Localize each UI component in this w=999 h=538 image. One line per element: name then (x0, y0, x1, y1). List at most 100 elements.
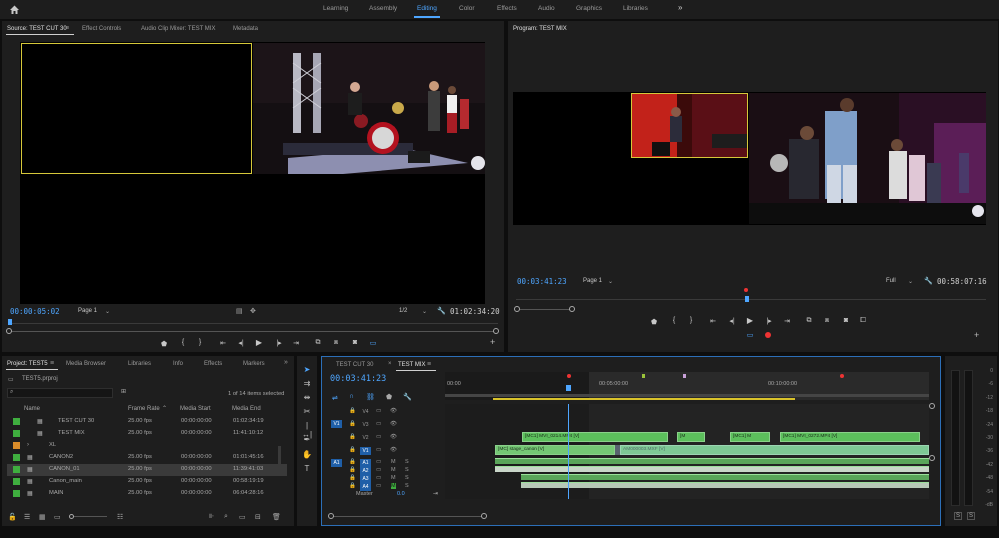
project-scrollbar[interactable] (278, 446, 281, 476)
sequence-marker-2[interactable] (683, 374, 686, 378)
sync-lock-icon[interactable]: ▭ (376, 447, 381, 453)
track-target-a1[interactable]: A1 (360, 459, 371, 467)
label-color-swatch[interactable] (13, 418, 20, 425)
program-multicam-toggle-icon[interactable]: ▭ (745, 331, 755, 339)
track-target-v1[interactable]: V1 (360, 447, 371, 455)
multicam-toggle-icon[interactable]: ▭ (368, 339, 378, 347)
source-multicam-angle-1[interactable] (21, 43, 252, 174)
sync-lock-icon[interactable]: ▭ (376, 459, 381, 465)
program-video-frame[interactable] (513, 92, 986, 225)
clip-v2-mvi-0272[interactable]: [MC1] MVI_0272.MP4 [V] (780, 432, 920, 442)
timeline-zoom-start-handle[interactable] (328, 513, 334, 519)
razor-icon[interactable]: ✂ (301, 407, 313, 419)
source-video-frame[interactable] (20, 42, 485, 304)
source-zoom-start-handle[interactable] (6, 328, 12, 334)
source-page-chevron-icon[interactable]: ⌄ (105, 308, 110, 315)
program-go-to-in-icon[interactable]: ⇤ (708, 317, 718, 325)
solo-right-button[interactable]: S (967, 512, 976, 520)
program-page-select[interactable]: Page 1 (583, 278, 602, 284)
sync-lock-icon[interactable]: ▭ (376, 408, 381, 414)
audio-clip-a2[interactable] (495, 466, 929, 472)
clip-v2-mvi-0214[interactable]: [MC1] MVI_0214.MP4 [V] (522, 432, 668, 442)
program-page-chevron-icon[interactable]: ⌄ (608, 278, 613, 285)
lock-track-icon[interactable]: 🔒 (349, 447, 356, 453)
sequence-marker-1[interactable] (642, 374, 645, 378)
program-resolution-chevron-icon[interactable]: ⌄ (908, 278, 913, 285)
source-page-select[interactable]: Page 1 (78, 308, 97, 314)
program-camera-icon[interactable]: ◙ (841, 317, 851, 324)
project-more-tabs-icon[interactable]: » (284, 359, 288, 366)
snap-icon[interactable]: ∩ (349, 393, 354, 400)
solo-button[interactable]: S (405, 483, 409, 489)
tab-project[interactable]: Project: TEST5 (7, 361, 48, 367)
go-to-in-icon[interactable]: ⇤ (218, 339, 228, 347)
program-play-icon[interactable]: ▶ (745, 316, 755, 325)
track-target-a3[interactable]: A3 (360, 475, 371, 483)
sort-up-icon[interactable]: ⌃ (162, 405, 167, 412)
label-color-swatch[interactable] (13, 442, 20, 449)
program-go-to-out-icon[interactable]: ⇥ (782, 317, 792, 325)
eye-icon[interactable]: 👁 (390, 434, 397, 440)
mark-out-icon[interactable]: } (195, 339, 205, 346)
project-list-item[interactable]: ▦ CANON_01 25.00 fps 00:00:00:00 11:39:41:03 (7, 464, 287, 476)
program-multicam-angle-2[interactable] (749, 93, 986, 224)
workspace-tab-editing[interactable]: Editing (417, 5, 437, 12)
eye-icon[interactable]: 👁 (390, 447, 397, 453)
zoom-scroll-right-top[interactable] (929, 403, 935, 409)
column-header-media-end[interactable]: Media End (232, 406, 261, 412)
project-list-item[interactable]: ▦ TEST MIX 25.00 fps 00:00:00:00 11:41:10:12 (7, 428, 287, 440)
program-add-button-icon[interactable]: + (974, 330, 979, 340)
source-multicam-angle-2[interactable] (253, 43, 485, 174)
camera-icon[interactable]: ◙ (350, 339, 360, 346)
mute-button[interactable]: M (391, 483, 396, 489)
project-list-item[interactable]: ▦ MAIN 25.00 fps 00:00:00:00 06:04:28:16 (7, 488, 287, 500)
tab-sequence-test-mix[interactable]: TEST MIX (398, 362, 426, 368)
source-resolution-select[interactable]: 1/2 (399, 308, 407, 314)
linked-selection-icon[interactable]: ⛓ (366, 393, 375, 401)
new-bin-from-search-icon[interactable]: ⊞ (121, 388, 126, 395)
work-area-bar[interactable] (445, 394, 929, 397)
track-target-v4[interactable]: V4 (360, 408, 371, 416)
program-playhead[interactable] (745, 296, 749, 302)
timeline-zoom-bar[interactable] (330, 516, 485, 517)
workspace-tab-libraries[interactable]: Libraries (623, 5, 648, 12)
source-zoom-bar[interactable] (8, 331, 498, 332)
sync-lock-icon[interactable]: ▭ (376, 421, 381, 427)
panel-menu-icon[interactable]: ≡ (65, 25, 69, 32)
track-target-a2[interactable]: A2 (360, 467, 371, 475)
sequence-marker-3[interactable] (840, 374, 844, 378)
lock-track-icon[interactable]: 🔒 (349, 408, 356, 414)
tab-effect-controls[interactable]: Effect Controls (82, 26, 121, 32)
selection-tool-icon[interactable]: ➤ (301, 365, 313, 377)
hand-icon[interactable]: ✋ (301, 450, 313, 462)
source-settings-icon[interactable]: ▤ (236, 307, 243, 315)
tracks-area[interactable]: [MC1] MVI_0214.MP4 [V] [M [MC1] M [MC1] … (445, 404, 929, 499)
add-marker-timeline-icon[interactable]: ⬟ (386, 393, 392, 401)
record-icon[interactable] (765, 332, 771, 338)
project-list-item[interactable]: › XL (7, 440, 287, 452)
nest-toggle-icon[interactable]: ⇌ (332, 394, 338, 402)
timeline-zoom-end-handle[interactable] (481, 513, 487, 519)
program-mark-out-icon[interactable]: } (686, 317, 696, 324)
label-color-swatch[interactable] (13, 454, 20, 461)
pen-icon[interactable]: ✒ (301, 435, 313, 447)
icon-view-icon[interactable]: ▦ (39, 513, 46, 521)
lock-track-icon[interactable]: 🔒 (349, 421, 356, 427)
program-zoom-bar[interactable] (516, 309, 574, 310)
tab-sequence-test-cut-30[interactable]: TEST CUT 30 (336, 362, 373, 368)
sort-icons-icon[interactable]: ☷ (117, 513, 123, 521)
tab-source[interactable]: Source: TEST CUT 30 (7, 26, 67, 32)
go-to-end-icon[interactable]: ⇥ (433, 490, 438, 497)
list-view-icon[interactable]: ☰ (24, 513, 30, 521)
solo-left-button[interactable]: S (954, 512, 963, 520)
step-forward-icon[interactable]: |▸ (274, 339, 284, 347)
lock-icon[interactable]: 🔓 (8, 513, 17, 521)
step-back-icon[interactable]: ◂| (236, 339, 246, 347)
sync-lock-icon[interactable]: ▭ (376, 467, 381, 473)
lock-track-icon[interactable]: 🔒 (349, 459, 356, 465)
source-zoom-end-handle[interactable] (493, 328, 499, 334)
solo-button[interactable]: S (405, 475, 409, 481)
workspace-tab-effects[interactable]: Effects (497, 5, 517, 12)
go-to-out-icon[interactable]: ⇥ (291, 339, 301, 347)
in-point-marker[interactable] (567, 374, 571, 378)
